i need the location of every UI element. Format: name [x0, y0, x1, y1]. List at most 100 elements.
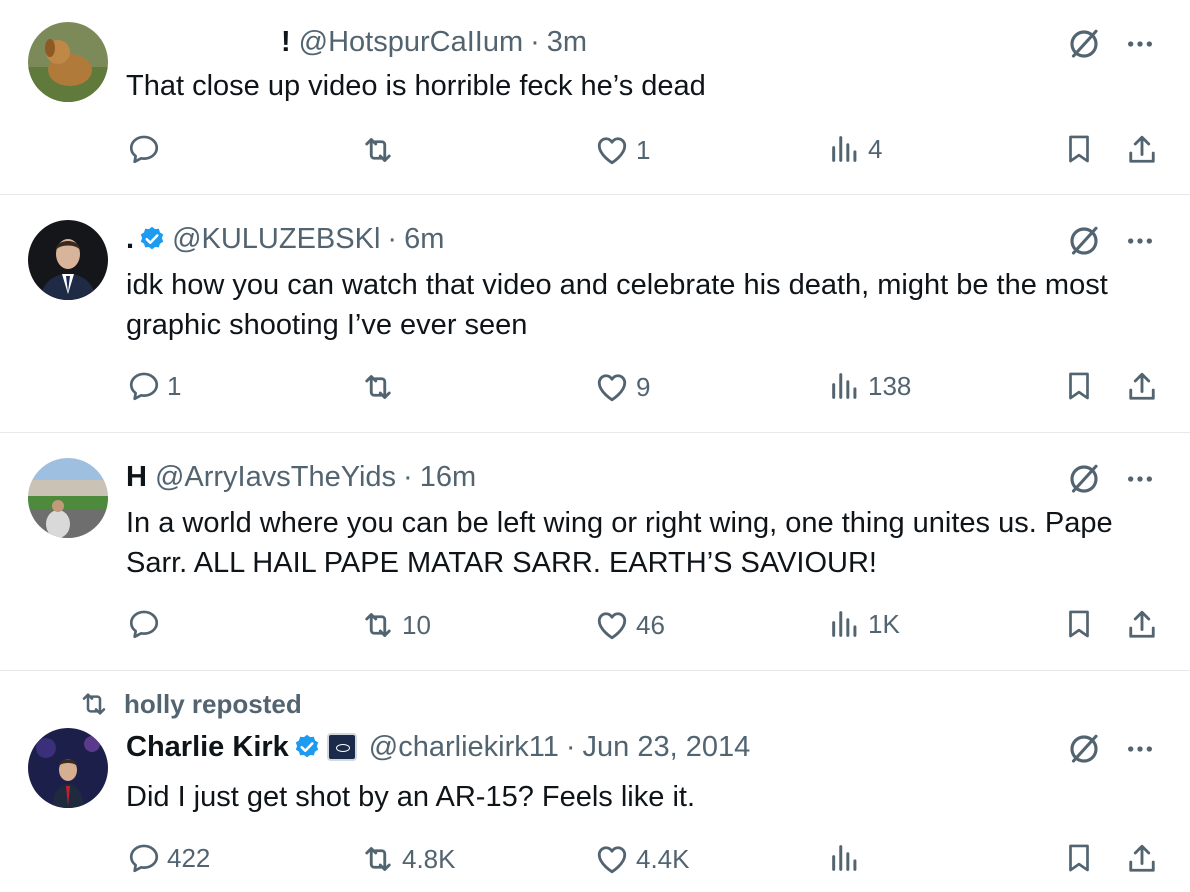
- view-count: 4: [868, 133, 883, 164]
- like-button[interactable]: 4.4K: [594, 841, 690, 877]
- views-icon: [828, 841, 862, 875]
- like-button[interactable]: 9: [594, 369, 650, 405]
- view-count: 1K: [868, 608, 900, 639]
- reply-count: 1: [167, 370, 182, 401]
- share-icon: [1124, 607, 1160, 643]
- grok-icon[interactable]: [1066, 731, 1102, 767]
- share-icon: [1124, 369, 1160, 405]
- separator-dot: ·: [565, 731, 576, 763]
- repost-icon: [78, 688, 110, 720]
- like-count: 4.4K: [636, 843, 690, 874]
- reply-icon: [127, 841, 161, 875]
- verified-badge-icon: [138, 225, 166, 253]
- repost-icon: [360, 369, 396, 405]
- more-options-icon[interactable]: [1124, 463, 1156, 495]
- heart-icon: [594, 369, 630, 405]
- user-handle[interactable]: @KULUZEBSKl: [172, 222, 380, 256]
- more-options-icon[interactable]: [1124, 733, 1156, 765]
- reply-icon: [127, 132, 161, 166]
- timestamp[interactable]: Jun 23, 2014: [583, 730, 751, 764]
- reply-button[interactable]: 422: [127, 841, 210, 875]
- man-in-suit-avatar-image: [28, 220, 108, 300]
- bookmark-icon: [1062, 369, 1096, 403]
- like-count: 9: [636, 371, 651, 402]
- views-button[interactable]: 4: [828, 132, 882, 166]
- display-name[interactable]: Charlie Kirk: [126, 730, 289, 764]
- share-button[interactable]: [1124, 607, 1160, 643]
- more-options-icon[interactable]: [1124, 28, 1156, 60]
- avatar[interactable]: [28, 220, 108, 300]
- tweet-text: Did I just get shot by an AR-15? Feels l…: [126, 781, 695, 813]
- timestamp[interactable]: 16m: [420, 460, 476, 494]
- action-bar: 10 46 1K: [0, 607, 1190, 647]
- avatar[interactable]: [28, 22, 108, 102]
- views-button[interactable]: 1K: [828, 607, 900, 641]
- repost-button[interactable]: 10: [360, 607, 431, 643]
- tweet[interactable]: H @ArryIavsTheYids · 16m In a world wher…: [0, 433, 1190, 671]
- heart-icon: [594, 607, 630, 643]
- affiliation-badge-icon[interactable]: [326, 733, 357, 761]
- repost-icon: [360, 607, 396, 643]
- avatar[interactable]: [28, 728, 108, 808]
- reply-count: 422: [167, 842, 211, 873]
- like-count: 1: [636, 134, 651, 165]
- bookmark-button[interactable]: [1062, 841, 1096, 875]
- separator-dot: ·: [530, 26, 540, 58]
- repost-label: holly reposted: [124, 688, 302, 719]
- views-icon: [828, 607, 862, 641]
- share-button[interactable]: [1124, 841, 1160, 877]
- grok-icon[interactable]: [1066, 223, 1102, 259]
- bookmark-button[interactable]: [1062, 369, 1096, 403]
- share-icon: [1124, 841, 1160, 877]
- repost-button[interactable]: 4.8K: [360, 841, 456, 877]
- action-bar: 1 4: [0, 132, 1190, 172]
- share-button[interactable]: [1124, 132, 1160, 168]
- tweet-text: In a world where you can be left wing or…: [126, 507, 1113, 579]
- repost-button[interactable]: [360, 369, 402, 405]
- heart-icon: [594, 132, 630, 168]
- display-name[interactable]: H: [126, 460, 147, 494]
- share-button[interactable]: [1124, 369, 1160, 405]
- repost-icon: [360, 841, 396, 877]
- avatar[interactable]: [28, 458, 108, 538]
- reply-button[interactable]: [127, 607, 167, 641]
- separator-dot: ·: [403, 461, 413, 493]
- heart-icon: [594, 841, 630, 877]
- verified-badge-icon: [293, 733, 321, 761]
- tweet[interactable]: holly reposted Charlie Kirk @charliekirk…: [0, 671, 1190, 892]
- views-button[interactable]: 138: [828, 369, 911, 403]
- views-button[interactable]: [828, 841, 868, 875]
- display-name[interactable]: .: [126, 222, 134, 256]
- display-name[interactable]: !: [281, 25, 291, 59]
- more-options-icon[interactable]: [1124, 225, 1156, 257]
- reply-button[interactable]: [127, 132, 167, 166]
- tweet-text: idk how you can watch that video and cel…: [126, 269, 1108, 341]
- repost-icon: [360, 132, 396, 168]
- bookmark-button[interactable]: [1062, 132, 1096, 166]
- like-button[interactable]: 1: [594, 132, 650, 168]
- bookmark-button[interactable]: [1062, 607, 1096, 641]
- timestamp[interactable]: 6m: [404, 222, 444, 256]
- reply-button[interactable]: 1: [127, 369, 181, 403]
- repost-button[interactable]: [360, 132, 402, 168]
- bookmark-icon: [1062, 132, 1096, 166]
- grok-icon[interactable]: [1066, 26, 1102, 62]
- timestamp[interactable]: 3m: [547, 25, 587, 59]
- user-handle[interactable]: @HotspurCaIIum: [299, 25, 523, 59]
- view-count: 138: [868, 370, 912, 401]
- user-handle[interactable]: @charliekirk11: [369, 730, 559, 764]
- share-icon: [1124, 132, 1160, 168]
- views-icon: [828, 132, 862, 166]
- user-handle[interactable]: @ArryIavsTheYids: [155, 460, 396, 494]
- tweet[interactable]: . @KULUZEBSKl · 6m idk how you can watch…: [0, 195, 1190, 433]
- like-button[interactable]: 46: [594, 607, 665, 643]
- reply-icon: [127, 607, 161, 641]
- dog-avatar-image: [28, 22, 108, 102]
- bookmark-icon: [1062, 841, 1096, 875]
- repost-context[interactable]: holly reposted: [78, 688, 302, 720]
- grok-icon[interactable]: [1066, 461, 1102, 497]
- repost-count: 4.8K: [402, 843, 456, 874]
- bookmark-icon: [1062, 607, 1096, 641]
- tweet[interactable]: ! @HotspurCaIIum · 3m That close up vide…: [0, 0, 1190, 195]
- repost-count: 10: [402, 609, 431, 640]
